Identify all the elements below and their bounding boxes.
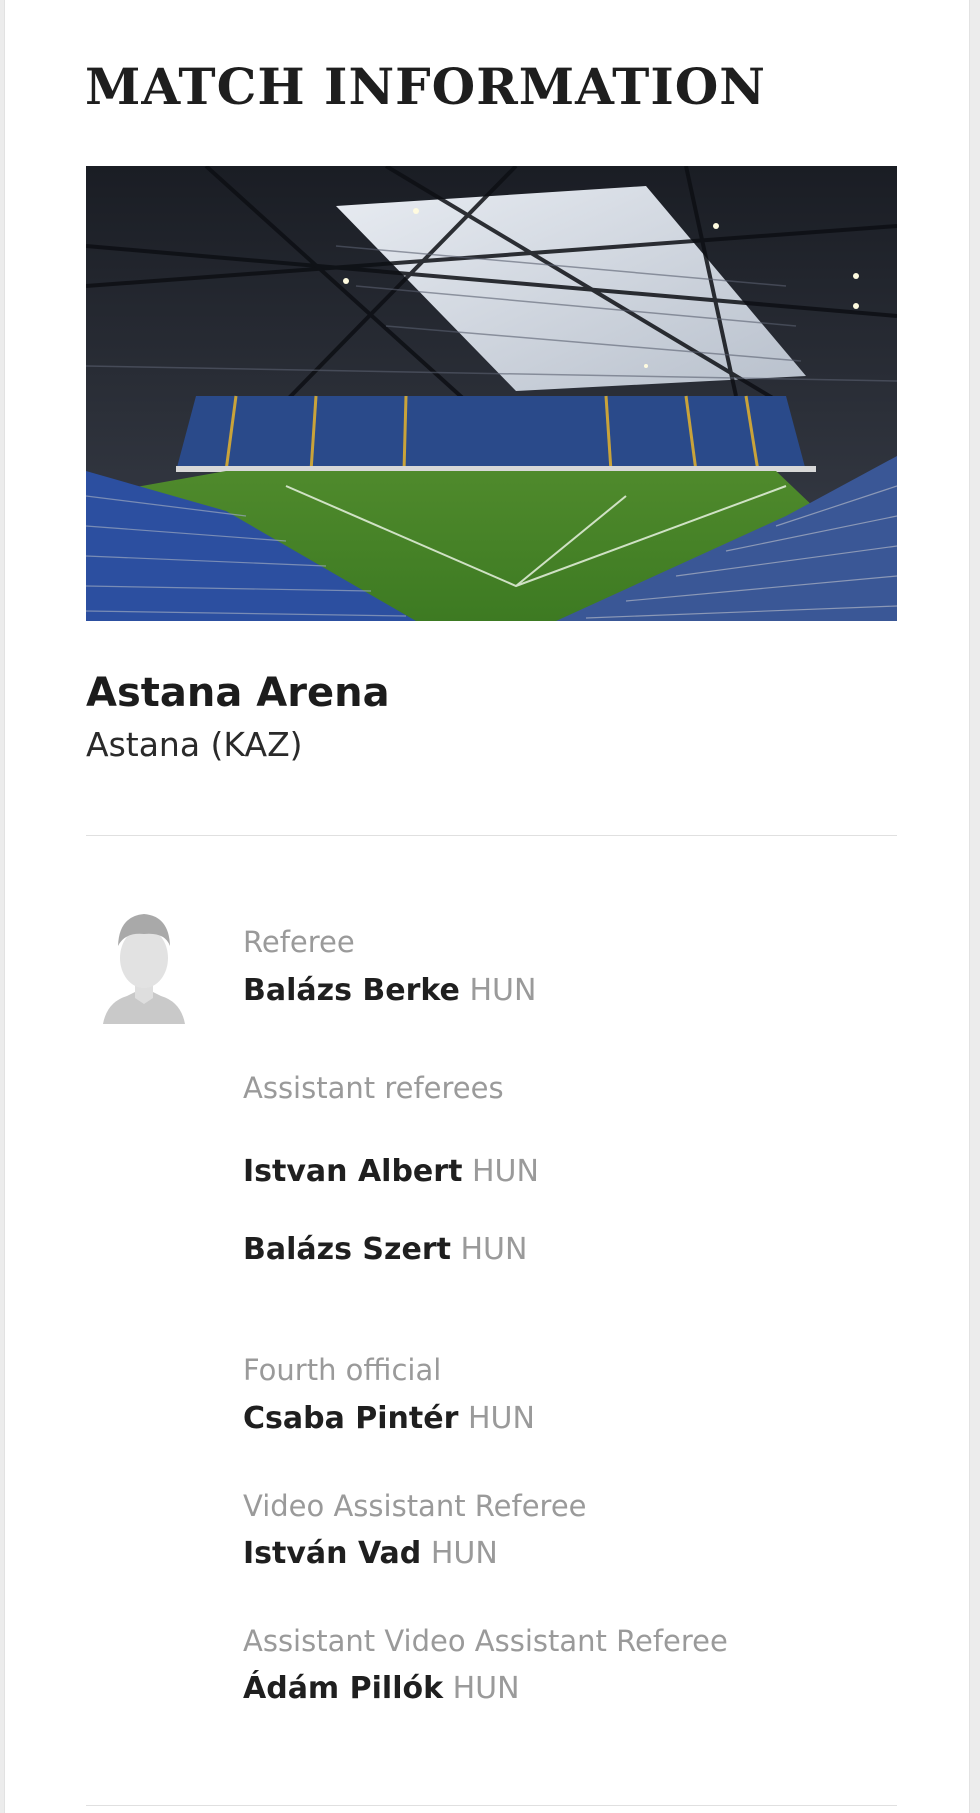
assistant-referee-nationality: HUN: [460, 1232, 528, 1267]
fourth-official-role: Fourth official: [243, 1353, 442, 1387]
fourth-official-person: Csaba Pintér HUN: [243, 1398, 535, 1440]
referee-avatar-icon: [99, 906, 189, 1026]
avar-name: Ádám Pillók: [243, 1671, 444, 1706]
avar-nationality: HUN: [452, 1671, 520, 1706]
venue-name: Astana Arena: [86, 670, 390, 716]
var-name: István Vad: [243, 1536, 422, 1571]
referee-person: Balázs Berke HUN: [243, 970, 536, 1012]
divider: [86, 1805, 897, 1806]
assistant-referees-role: Assistant referees: [243, 1071, 504, 1105]
var-nationality: HUN: [430, 1536, 498, 1571]
assistant-referee-name: Istvan Albert: [243, 1154, 463, 1189]
referee-nationality: HUN: [469, 973, 537, 1008]
avar-role: Assistant Video Assistant Referee: [243, 1624, 728, 1658]
stadium-photo: [86, 166, 897, 621]
avar-person: Ádám Pillók HUN: [243, 1668, 520, 1710]
fourth-official-name: Csaba Pintér: [243, 1401, 459, 1436]
assistant-referee-nationality: HUN: [471, 1154, 539, 1189]
section-title: MATCH INFORMATION: [85, 57, 767, 116]
assistant-referee-name: Balázs Szert: [243, 1232, 451, 1267]
referee-role: Referee: [243, 925, 355, 959]
assistant-referee-person: Istvan Albert HUN: [243, 1151, 539, 1193]
venue-city: Astana (KAZ): [86, 725, 303, 764]
fourth-official-nationality: HUN: [467, 1401, 535, 1436]
var-role: Video Assistant Referee: [243, 1489, 587, 1523]
referee-name: Balázs Berke: [243, 973, 460, 1008]
divider: [86, 835, 897, 836]
var-person: István Vad HUN: [243, 1533, 498, 1575]
match-information-card: MATCH INFORMATION Astana Arena Astana (K…: [4, 0, 970, 1813]
assistant-referee-person: Balázs Szert HUN: [243, 1229, 527, 1271]
